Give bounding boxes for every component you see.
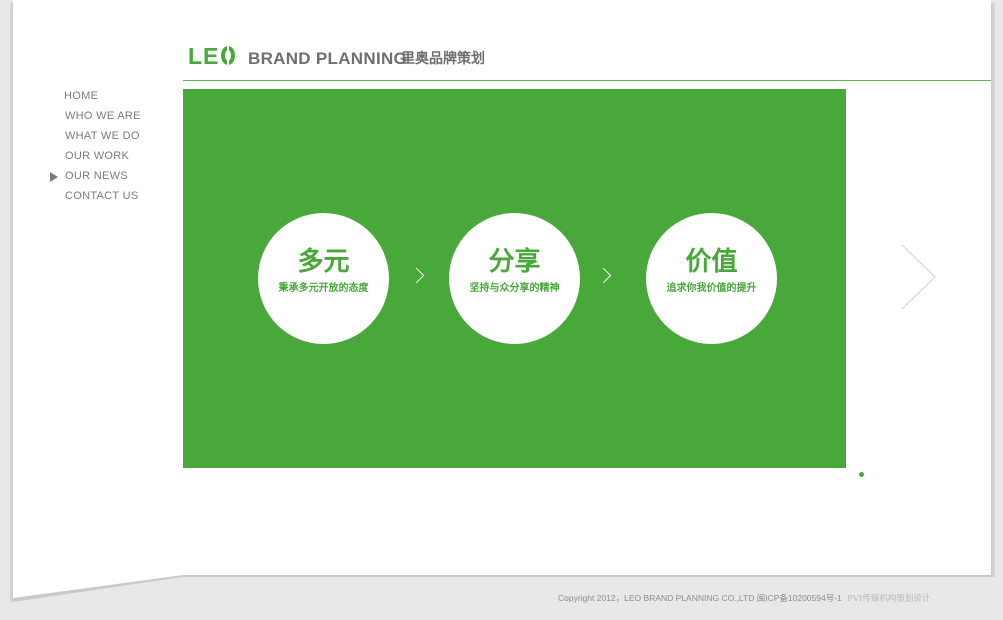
chevron-right-icon [408,267,425,284]
chevron-right-icon [595,267,612,284]
header-divider [183,80,991,81]
value-title: 多元 [297,247,350,277]
value-subtitle: 坚持与众分享的精神 [469,283,560,294]
footer-copyright: Copyright 2012，LEO BRAND PLANNING CO.,LT… [558,592,930,605]
nav-item-label: HOME [64,90,99,102]
nav-item-label: WHAT WE DO [65,130,140,142]
value-circle-value: 价值 追求你我价值的提升 [646,213,777,344]
value-title: 价值 [685,247,738,277]
active-arrow-icon [50,172,58,182]
nav-item-contact-us[interactable]: CONTACT US [50,186,141,206]
slide-indicator-dot[interactable] [859,472,864,477]
nav-item-who-we-are[interactable]: WHO WE ARE [50,106,141,126]
brand-name: BRAND PLANNING [248,49,408,68]
side-nav: HOME WHO WE ARE WHAT WE DO OUR WORK OUR … [50,86,141,206]
nav-item-label: OUR NEWS [65,170,128,182]
nav-item-label: OUR WORK [65,150,130,162]
logo-mark: LE [188,43,220,69]
hero-banner: 多元 秉承多元开放的态度 分享 坚持与众分享的精神 价值 追求你我价值的提升 [183,89,846,468]
nav-item-our-work[interactable]: OUR WORK [50,146,141,166]
value-subtitle: 追求你我价值的提升 [666,283,757,294]
leo-logo[interactable]: LE [188,43,236,69]
value-circle-sharing: 分享 坚持与众分享的精神 [449,213,580,344]
nav-item-what-we-do[interactable]: WHAT WE DO [50,126,141,146]
copyright-text: Copyright 2012，LEO BRAND PLANNING CO.,LT… [558,593,842,603]
value-title: 分享 [488,247,541,277]
nav-item-home[interactable]: HOME [50,86,141,106]
nav-item-label: CONTACT US [65,190,139,202]
designer-credit[interactable]: PVI传媒机构策划设计 [847,594,930,604]
logo-o-icon [221,45,236,65]
value-subtitle: 秉承多元开放的态度 [278,283,369,294]
brand-name-chinese: 里奥品牌策划 [401,51,485,67]
next-slide-arrow-icon[interactable] [900,244,940,310]
nav-item-our-news[interactable]: OUR NEWS [50,166,141,186]
nav-item-label: WHO WE ARE [65,110,141,122]
value-circle-diversity: 多元 秉承多元开放的态度 [258,213,389,344]
